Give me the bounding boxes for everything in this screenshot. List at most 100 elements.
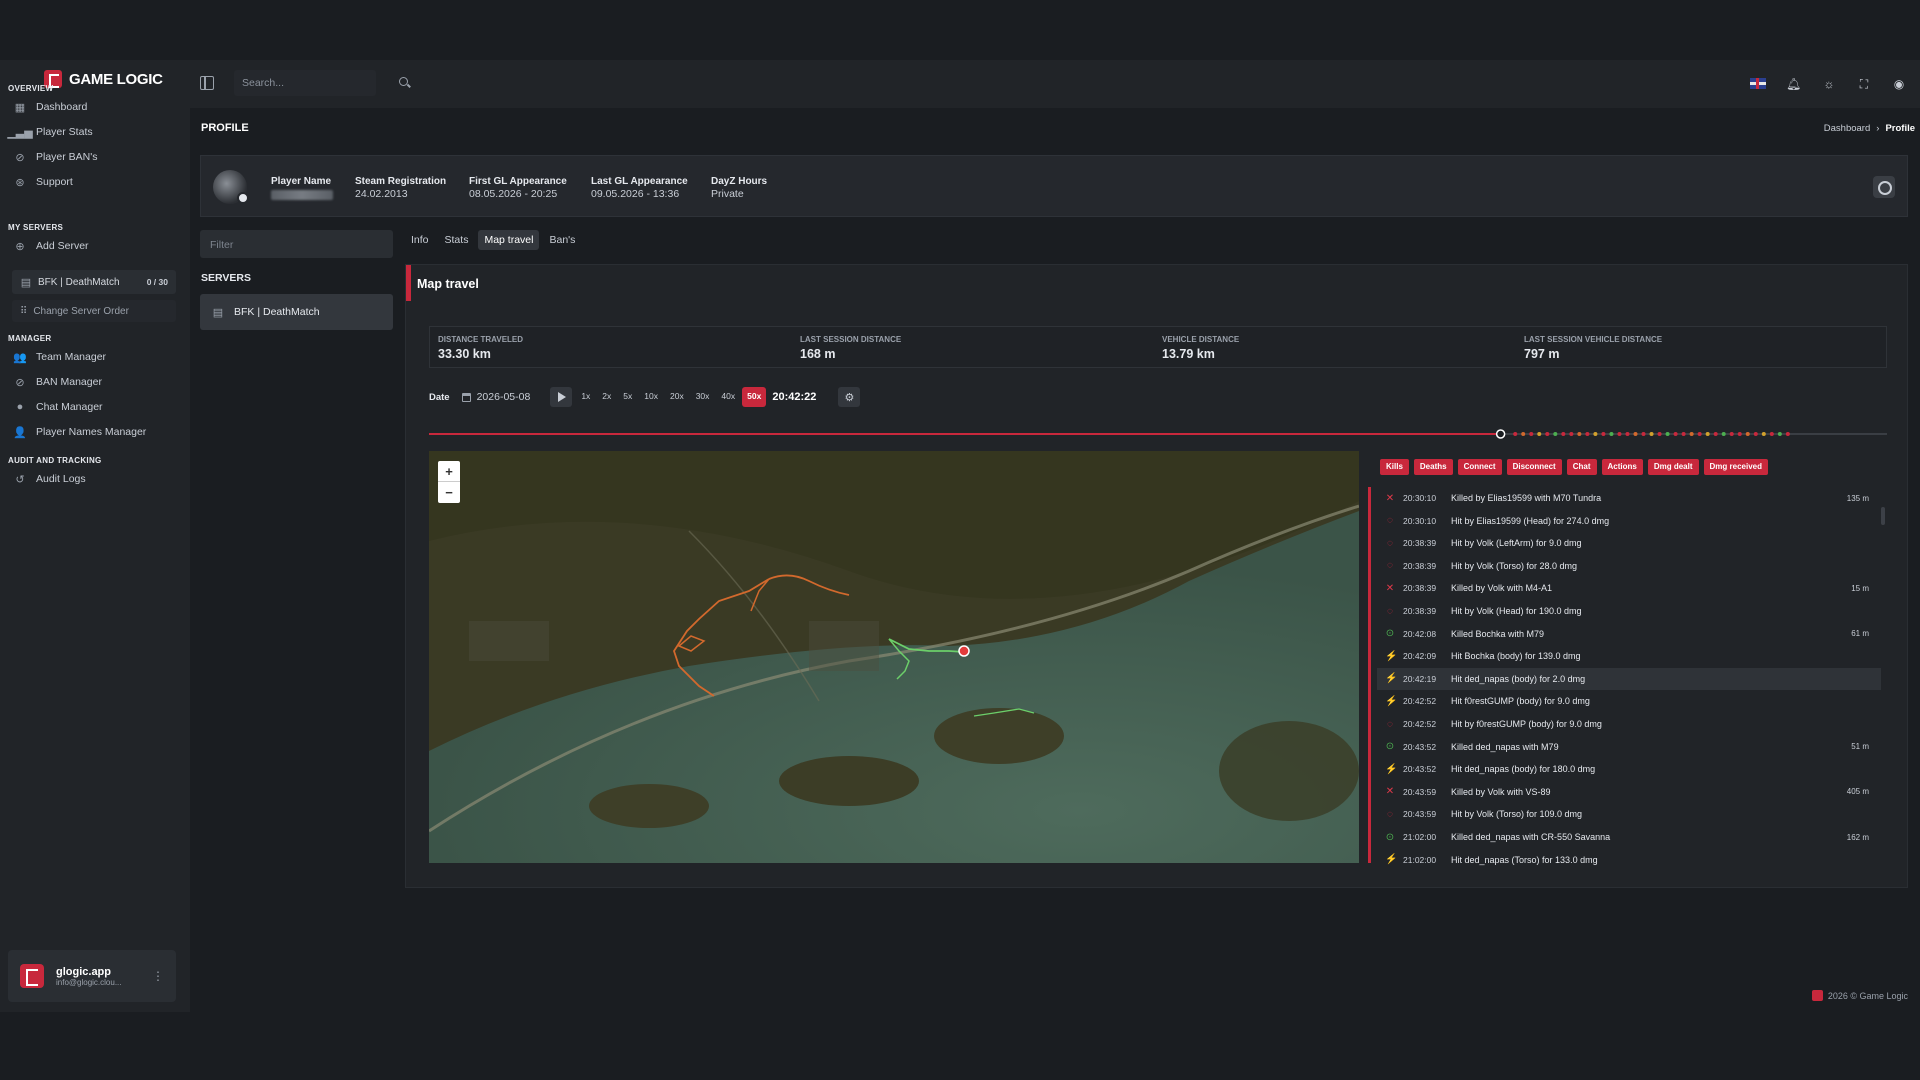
event-time: 21:02:00 (1403, 832, 1437, 842)
app-logo[interactable]: GAME LOGIC (44, 70, 163, 88)
play-button[interactable] (550, 387, 573, 407)
stat-label: DISTANCE TRAVELED (438, 335, 524, 344)
travel-stats: DISTANCE TRAVELED 33.30 km LAST SESSION … (429, 326, 1887, 368)
sidebar-item-support[interactable]: ⊛ Support (8, 171, 180, 193)
timeline-handle (1495, 429, 1506, 439)
change-server-order-button[interactable]: ⠿ Change Server Order (12, 300, 176, 322)
speed-button-50x[interactable]: 50x (742, 387, 767, 407)
sidebar-item-audit-logs[interactable]: ↺ Audit Logs (8, 468, 180, 490)
search-input[interactable]: Search... (234, 70, 376, 96)
speed-button-40x[interactable]: 40x (716, 387, 740, 407)
gear-icon[interactable]: ⚙ (838, 387, 861, 407)
filter-chip-connect[interactable]: Connect (1457, 459, 1502, 475)
tab-bans[interactable]: Ban's (543, 230, 581, 250)
user-card[interactable]: glogic.app info@glogic.clou... ⋮ (8, 950, 176, 1002)
sidebar-item-player-names-manager[interactable]: 👤 Player Names Manager (8, 421, 180, 443)
kebab-menu-icon[interactable]: ⋮ (152, 969, 164, 983)
ban-icon: ⊘ (15, 376, 25, 389)
sidebar-item-ban-manager[interactable]: ⊘ BAN Manager (8, 371, 180, 393)
event-row[interactable]: ⚡ 21:02:00 Hit ded_napas (Torso) for 133.0… (1377, 849, 1881, 871)
app-name: GAME LOGIC (69, 70, 163, 88)
profile-steam-registration: Steam Registration 24.02.2013 (355, 176, 446, 200)
event-row[interactable]: ✕ 20:30:10 Killed by Elias19599 with M70 T… (1377, 487, 1881, 509)
account-icon[interactable]: ◉ (1892, 77, 1906, 91)
event-distance: 51 m (1851, 742, 1869, 752)
sidebar-toggle-icon[interactable] (200, 76, 214, 90)
timeline-slider[interactable] (429, 429, 1887, 439)
event-row[interactable]: ⚡ 20:42:52 Hit f0restGUMP (body) for 9.0 d… (1377, 690, 1881, 712)
timeline-event-marker (1769, 432, 1774, 436)
event-row[interactable]: ⊙ 20:43:52 Killed ded_napas with M79 51 m (1377, 736, 1881, 758)
dealt-event-icon: ⚡ (1385, 673, 1398, 685)
tab-map-travel[interactable]: Map travel (478, 230, 540, 250)
event-row[interactable]: ◌ 20:38:39 Hit by Volk (Head) for 190.0 dm… (1377, 600, 1881, 622)
zoom-out-button[interactable]: − (438, 482, 460, 503)
event-row[interactable]: ✕ 20:43:59 Killed by Volk with VS-89 405 m (1377, 781, 1881, 803)
filter-chip-disconnect[interactable]: Disconnect (1506, 459, 1562, 475)
timeline-event-marker (1537, 432, 1542, 436)
sidebar-item-player-bans[interactable]: ⊘ Player BAN's (8, 146, 180, 168)
add-server-button[interactable]: ⊕ Add Server (8, 235, 180, 257)
timeline-event-marker (1521, 432, 1526, 436)
server-filter-input[interactable]: Filter (200, 230, 393, 258)
filter-chip-actions[interactable]: Actions (1601, 459, 1643, 475)
server-list-item[interactable]: ▤ BFK | DeathMatch (200, 294, 393, 330)
scroll-thumb[interactable] (1881, 507, 1885, 525)
filter-chip-dmg-received[interactable]: Dmg received (1703, 459, 1768, 475)
kill-event-icon: ⊙ (1385, 741, 1395, 753)
search-icon[interactable] (399, 77, 408, 86)
tab-info[interactable]: Info (405, 230, 435, 250)
event-distance: 405 m (1846, 787, 1869, 797)
speed-button-1x[interactable]: 1x (576, 387, 595, 407)
playback-time: 20:42:22 (772, 391, 817, 403)
zoom-control: + − (438, 461, 460, 503)
event-row[interactable]: ⊙ 21:02:00 Killed ded_napas with CR-550 Sa… (1377, 826, 1881, 848)
timeline-event-marker (1777, 432, 1782, 436)
sidebar-item-chat-manager[interactable]: ● Chat Manager (8, 396, 180, 418)
sidebar: GAME LOGIC OVERVIEW ▦ Dashboard ▁▃▅ Player… (0, 60, 190, 1012)
sidebar-item-player-stats[interactable]: ▁▃▅ Player Stats (7, 121, 180, 143)
speed-button-2x[interactable]: 2x (597, 387, 616, 407)
stat-value: 168 m (800, 347, 836, 361)
event-distance: 61 m (1851, 629, 1869, 639)
event-row[interactable]: ◌ 20:38:39 Hit by Volk (Torso) for 28.0 dm… (1377, 555, 1881, 577)
filter-chip-chat[interactable]: Chat (1566, 459, 1597, 475)
event-scrollbar[interactable] (1881, 487, 1885, 863)
event-row[interactable]: ⚡ 20:42:19 Hit ded_napas (body) for 2.0 dm… (1377, 667, 1881, 690)
speed-button-5x[interactable]: 5x (618, 387, 637, 407)
steam-profile-button[interactable] (1873, 176, 1895, 198)
event-time: 20:43:52 (1403, 764, 1437, 775)
sidebar-item-dashboard[interactable]: ▦ Dashboard (8, 96, 180, 118)
event-row[interactable]: ◌ 20:38:39 Hit by Volk (LeftArm) for 9.0 d… (1377, 532, 1881, 554)
add-server-label: Add Server (36, 240, 89, 252)
breadcrumb-dashboard[interactable]: Dashboard (1824, 123, 1870, 134)
speed-button-10x[interactable]: 10x (639, 387, 663, 407)
language-flag-icon[interactable] (1750, 78, 1766, 89)
event-row[interactable]: ⚡ 20:42:09 Hit Bochka (body) for 139.0 dmg (1377, 645, 1881, 667)
event-text: Killed by Elias19599 with M70 Tundra (1451, 493, 1602, 503)
map-view[interactable]: + − (429, 451, 1359, 863)
event-row[interactable]: ⚡ 20:43:52 Hit ded_napas (body) for 180.0 … (1377, 758, 1881, 780)
sidebar-item-label: Player Names Manager (36, 426, 147, 438)
event-row[interactable]: ⊙ 20:42:08 Killed Bochka with M79 61 m (1377, 623, 1881, 645)
zoom-in-button[interactable]: + (438, 461, 460, 482)
filter-chip-kills[interactable]: Kills (1380, 459, 1409, 475)
speed-button-30x[interactable]: 30x (691, 387, 715, 407)
event-row[interactable]: ◌ 20:30:10 Hit by Elias19599 (Head) for 27… (1377, 510, 1881, 532)
event-row[interactable]: ✕ 20:38:39 Killed by Volk with M4-A1 15 m (1377, 577, 1881, 599)
sidebar-item-team-manager[interactable]: 👥 Team Manager (8, 346, 180, 368)
fullscreen-icon[interactable]: ⛶ (1857, 77, 1871, 91)
timeline-event-marker (1513, 432, 1518, 436)
speed-button-20x[interactable]: 20x (665, 387, 689, 407)
sidebar-server-item[interactable]: ▤ BFK | DeathMatch 0 / 30 (12, 270, 176, 294)
filter-chip-deaths[interactable]: Deaths (1413, 459, 1453, 475)
date-label: Date (429, 391, 450, 403)
bell-icon[interactable]: 🔔︎ (1786, 77, 1801, 91)
event-row[interactable]: ◌ 20:42:52 Hit by f0restGUMP (body) for 9.… (1377, 713, 1881, 735)
event-row[interactable]: ◌ 20:43:59 Hit by Volk (Torso) for 109.0 d… (1377, 803, 1881, 825)
timeline-event-marker (1753, 432, 1758, 436)
filter-chip-dmg-dealt[interactable]: Dmg dealt (1647, 459, 1699, 475)
tab-stats[interactable]: Stats (439, 230, 475, 250)
theme-sun-icon[interactable]: ☼ (1822, 77, 1836, 91)
date-picker[interactable]: 2026-05-08 (461, 391, 530, 403)
